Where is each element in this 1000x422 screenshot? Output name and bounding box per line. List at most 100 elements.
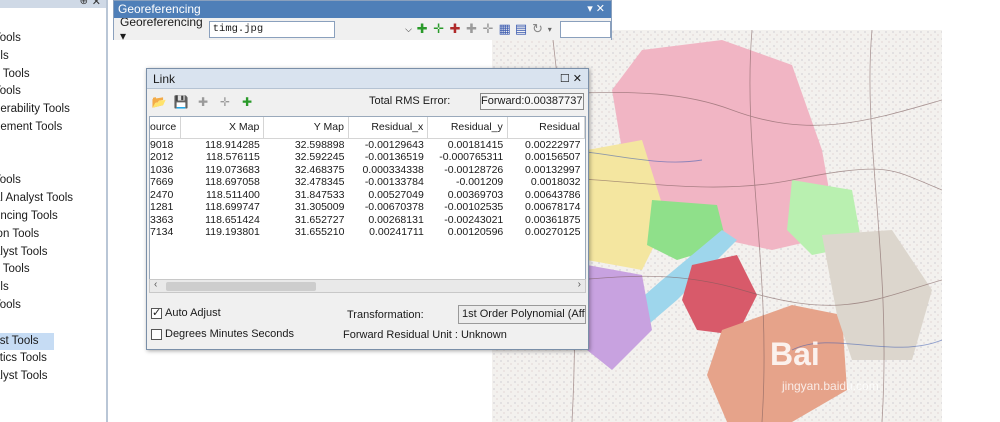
toolbox-item[interactable]: alyst Tools [0,368,73,386]
rotation-input[interactable] [559,20,611,38]
table-cell: 0.00120596 [447,226,504,238]
rotate-dropdown-icon[interactable]: ▾ [548,25,552,34]
arctoolbox-panel: ⊕ ✕ Toolsolsy ToolsToolsperability Tools… [0,0,108,422]
toolbox-item[interactable]: ols [0,279,73,297]
column-header[interactable]: X Map [180,117,265,139]
toolbar-titlebar[interactable]: Georeferencing ▾ ✕ [114,1,611,18]
layer-combobox[interactable]: timg.jpg [208,20,335,38]
toolbar-title: Georeferencing [118,2,201,16]
table-cell: 0.00181415 [447,138,504,151]
horizontal-scrollbar[interactable]: ‹ › [149,279,586,293]
column-header[interactable]: Residual_x [348,117,429,139]
dropdown-icon[interactable]: ▾ [587,3,593,15]
table-cell: 0.00527049 [368,188,424,201]
table-cell: 118.699747 [205,201,260,213]
combobox-arrow-icon[interactable]: ⌵ [405,24,412,35]
toolbox-item[interactable]: stics Tools [0,350,73,368]
table-cell: 0.00678174 [525,201,581,213]
toolbox-item[interactable]: Tools [0,297,73,315]
close-icon[interactable]: ✕ [596,3,605,15]
dms-option[interactable]: Degrees Minutes Seconds [151,328,294,340]
toolbox-item[interactable]: perability Tools [0,101,73,119]
table-cell: -0.00136519 [364,151,424,163]
save-icon[interactable]: 💾 [173,94,189,110]
table-cell: 31.305009 [294,201,345,213]
toolbox-item[interactable]: y Tools [0,66,73,84]
toolbox-list: Toolsolsy ToolsToolsperability Toolsgeme… [0,30,73,386]
update-icon[interactable]: ✛ [482,21,494,37]
table-cell: 118.511400 [205,188,260,201]
column-header[interactable]: Y Map [263,117,349,139]
table-row[interactable]: 1281 118.699747 31.305009 -0.00670378 -0.001… [150,201,585,214]
table-row[interactable]: 9018 118.914285 32.598898 -0.00129643 0.0018… [150,138,585,151]
delete-link-icon[interactable]: ✚ [195,94,211,110]
toolbox-item[interactable]: al Analyst Tools [0,190,73,208]
toolbox-item[interactable]: ols [0,48,73,66]
table-row[interactable]: 2012 118.576115 32.592245 -0.00136519 -0.000… [150,151,585,164]
view-link-table-icon[interactable]: ▦ [498,21,510,37]
toolbox-item[interactable]: yst Tools [0,332,54,351]
add-control-points-icon[interactable]: ✚ [416,21,428,37]
transformation-label: Transformation: [347,309,424,321]
toolbox-item[interactable]: Tools [0,172,73,190]
table-cell: 0.00268131 [368,213,424,226]
link-table[interactable]: ource X Map Y Map Residual_x Residual_y Resid… [149,116,586,280]
toolbox-item[interactable]: c Tools [0,261,73,279]
toolbox-item[interactable]: Tools [0,30,73,48]
table-row[interactable]: 2470 118.511400 31.847533 0.00527049 0.00369… [150,189,585,202]
view-table-icon[interactable]: ▤ [515,21,527,37]
table-cell: 0.0018032 [530,176,581,188]
rms-label: Total RMS Error: [369,95,451,107]
column-header[interactable]: ource [150,117,182,139]
add-link-icon[interactable]: ✚ [239,94,255,110]
link-titlebar[interactable]: Link ☐ ✕ [147,69,588,89]
forward-residual-unit: Forward Residual Unit : Unknown [343,329,507,341]
scroll-right-icon[interactable]: › [578,279,581,290]
scroll-thumb[interactable] [166,282,316,291]
auto-registration-icon[interactable]: ✛ [432,21,444,37]
table-row[interactable]: 7134 119.193801 31.655210 0.00241711 0.00120… [150,226,585,239]
table-cell: 0.00369703 [447,188,504,201]
close-icon[interactable]: ✕ [92,0,101,8]
toolbox-item[interactable]: s [0,315,73,333]
table-cell: 119.073683 [205,163,260,176]
toolbox-header: ⊕ ✕ [0,0,106,8]
scroll-left-icon[interactable]: ‹ [154,279,157,290]
watermark-subtext: jingyan.baidu.com [781,379,879,393]
table-cell: -0.001209 [455,176,504,188]
rotate-icon[interactable]: ↻ [531,21,543,37]
pin-icon[interactable]: ⊕ [80,0,88,7]
link-dialog: Link ☐ ✕ 📂 💾 ✚ ✛ ✚ Total RMS Error: Forw… [146,68,589,350]
delete-all-icon[interactable]: ✛ [217,94,233,110]
column-header[interactable]: Residual_y [427,117,508,139]
maximize-icon[interactable]: ☐ [560,73,570,85]
table-cell: 0.00643786 [525,188,581,201]
georeferencing-menu[interactable]: Georeferencing ▾ [118,15,205,43]
toolbox-item[interactable]: alyst Tools [0,244,73,262]
table-cell: 31.847533 [294,188,345,201]
auto-adjust-checkbox[interactable] [151,306,162,319]
table-cell: 118.697058 [205,176,260,188]
transformation-select[interactable]: 1st Order Polynomial (Affine) [458,305,586,324]
toolbox-item[interactable] [0,155,73,173]
open-folder-icon[interactable]: 📂 [151,94,167,110]
table-cell: 32.468375 [294,163,345,176]
column-header[interactable]: Residual [507,117,585,139]
table-cell: 7669 [150,176,174,188]
toolbox-item[interactable]: s [0,137,73,155]
table-row[interactable]: 3363 118.651424 31.652727 0.00268131 -0.0024… [150,214,585,227]
toolbox-item[interactable]: Tools [0,83,73,101]
add-points-icon[interactable]: ✚ [449,21,461,37]
toolbox-item[interactable]: ion Tools [0,226,73,244]
toolbox-item[interactable]: gement Tools [0,119,73,137]
auto-adjust-option[interactable]: Auto Adjust [151,306,221,319]
toolbox-item[interactable]: encing Tools [0,208,73,226]
close-icon[interactable]: ✕ [573,73,582,85]
table-cell: 118.651424 [205,213,260,226]
table-cell: -0.00102535 [444,201,504,213]
dms-checkbox[interactable] [151,328,162,340]
table-cell: 0.00132997 [525,163,581,176]
table-row[interactable]: 1036 119.073683 32.468375 0.000334338 -0.001… [150,164,585,177]
delete-points-icon[interactable]: ✚ [465,21,477,37]
table-row[interactable]: 7669 118.697058 32.478345 -0.00133784 -0.001… [150,176,585,189]
